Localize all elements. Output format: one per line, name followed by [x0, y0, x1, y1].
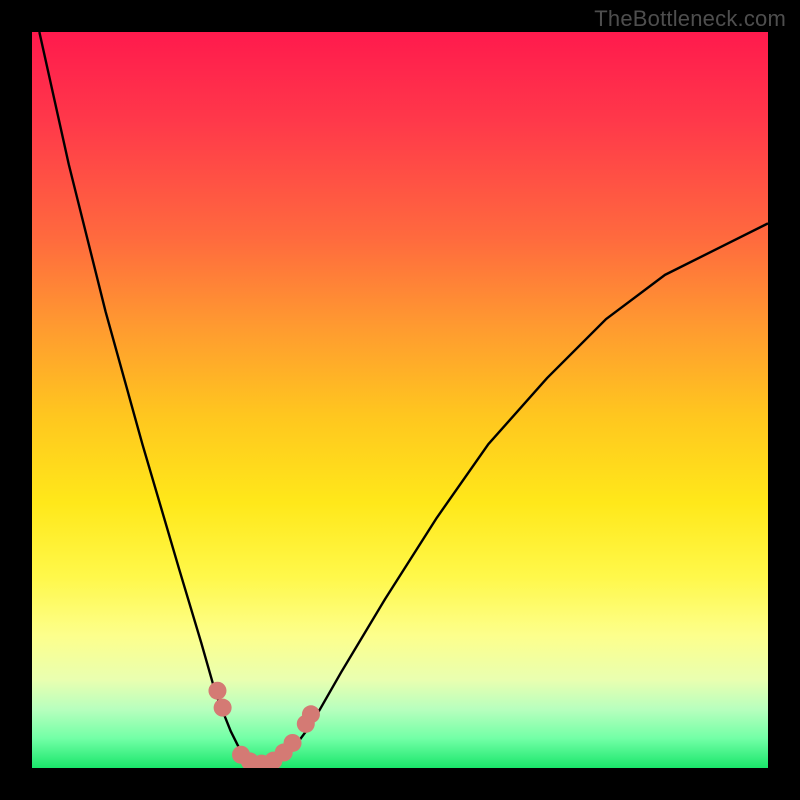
- highlight-dot: [302, 705, 320, 723]
- chart-frame: TheBottleneck.com: [0, 0, 800, 800]
- highlight-dot: [284, 734, 302, 752]
- highlight-dot: [214, 699, 232, 717]
- marker-layer: [208, 682, 319, 768]
- curve-layer: [39, 32, 768, 766]
- watermark-text: TheBottleneck.com: [594, 6, 786, 32]
- bottleneck-curve: [39, 32, 768, 766]
- plot-area: [32, 32, 768, 768]
- highlight-dot: [208, 682, 226, 700]
- chart-svg: [32, 32, 768, 768]
